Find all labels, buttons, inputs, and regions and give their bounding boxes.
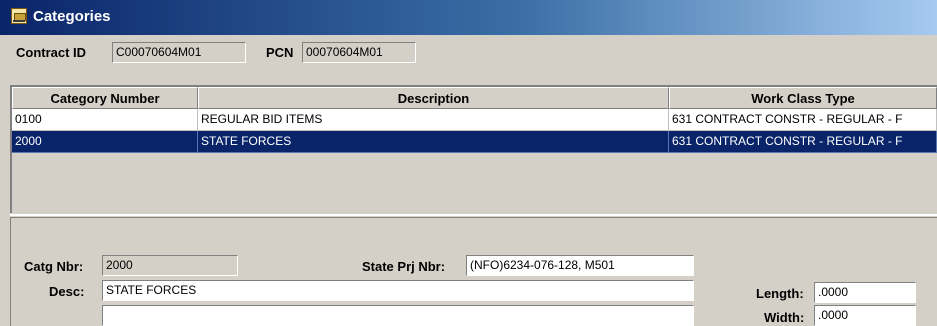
cell-category-number[interactable]: 2000: [12, 131, 198, 153]
catg-nbr-field[interactable]: 2000: [102, 255, 238, 276]
catg-nbr-label: Catg Nbr:: [24, 259, 84, 274]
window-title: Categories: [33, 8, 111, 25]
grid-header: Category Number Description Work Class T…: [12, 87, 937, 109]
state-prj-nbr-label: State Prj Nbr:: [362, 259, 446, 274]
bulldozer-icon: [11, 8, 27, 24]
cell-description[interactable]: REGULAR BID ITEMS: [198, 109, 669, 131]
column-header-category-number[interactable]: Category Number: [12, 87, 198, 109]
pcn-field[interactable]: 00070604M01: [302, 42, 416, 63]
table-row[interactable]: 0100 REGULAR BID ITEMS 631 CONTRACT CONS…: [12, 109, 937, 131]
column-header-description[interactable]: Description: [198, 87, 669, 109]
window-titlebar[interactable]: Categories: [0, 0, 937, 35]
cell-category-number[interactable]: 0100: [12, 109, 198, 131]
desc-field[interactable]: STATE FORCES: [102, 280, 694, 301]
length-label: Length:: [756, 286, 804, 301]
width-field[interactable]: .0000: [814, 305, 916, 326]
desc-label: Desc:: [49, 284, 85, 299]
desc-line2-field[interactable]: [102, 305, 694, 326]
cell-work-class-type[interactable]: 631 CONTRACT CONSTR - REGULAR - F: [669, 109, 937, 131]
cell-description[interactable]: STATE FORCES: [198, 131, 669, 153]
table-row-selected[interactable]: 2000 STATE FORCES 631 CONTRACT CONSTR - …: [12, 131, 937, 153]
state-prj-nbr-field[interactable]: (NFO)6234-076-128, M501: [466, 255, 694, 276]
cell-work-class-type[interactable]: 631 CONTRACT CONSTR - REGULAR - F: [669, 131, 937, 153]
pcn-label: PCN: [266, 45, 294, 60]
length-field[interactable]: .0000: [814, 282, 916, 303]
categories-grid[interactable]: Category Number Description Work Class T…: [10, 85, 937, 213]
width-label: Width:: [764, 310, 805, 325]
contract-id-field[interactable]: C00070604M01: [112, 42, 246, 63]
contract-id-label: Contract ID: [16, 45, 87, 60]
section-divider: [10, 214, 937, 216]
column-header-work-class-type[interactable]: Work Class Type: [669, 87, 937, 109]
